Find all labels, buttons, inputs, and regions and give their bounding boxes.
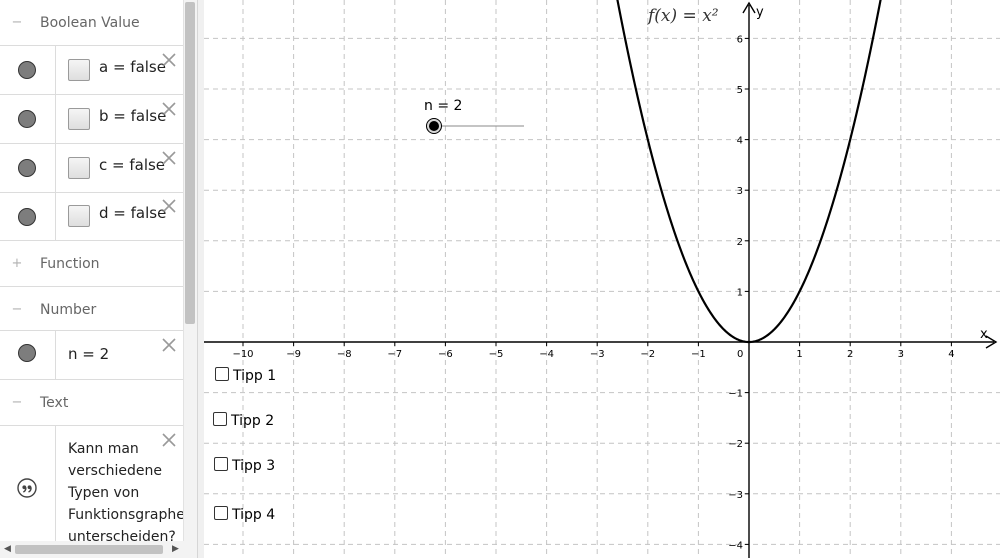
category-text[interactable]: − Text — [0, 380, 183, 426]
y-tick-label: 1 — [737, 287, 743, 298]
algebra-row-text[interactable]: Kann man verschiedene Typen von Funktion… — [0, 426, 183, 541]
origin-label: 0 — [737, 349, 743, 360]
x-tick-label: −8 — [337, 349, 352, 360]
category-label: Boolean Value — [40, 15, 140, 31]
grid — [204, 0, 1000, 558]
quote-icon — [17, 478, 37, 498]
y-tick-label: 4 — [737, 136, 743, 147]
axes: x y 0 — [204, 1, 998, 558]
scroll-left-arrow-icon[interactable]: ◀ — [4, 545, 11, 554]
x-tick-label: −7 — [387, 349, 402, 360]
close-icon[interactable] — [161, 198, 177, 214]
tipp-checkbox-4[interactable]: Tipp 4 — [214, 506, 275, 523]
y-tick-label: −3 — [728, 490, 743, 501]
y-axis-label: y — [756, 5, 764, 20]
category-label: Text — [40, 395, 69, 411]
tipp-label: Tipp 2 — [231, 413, 275, 429]
algebra-row-n[interactable]: n = 2 — [0, 331, 183, 380]
boolean-definition[interactable]: a = false — [99, 58, 166, 76]
x-tick-label: 4 — [948, 349, 954, 360]
x-tick-label: 2 — [847, 349, 853, 360]
boolean-checkbox[interactable] — [68, 205, 90, 227]
y-tick-label: 3 — [737, 186, 743, 197]
category-boolean-value[interactable]: − Boolean Value — [0, 0, 183, 46]
x-tick-label: 3 — [898, 349, 904, 360]
y-tick-label: −4 — [728, 540, 743, 551]
tipp-checkbox-1[interactable]: Tipp 1 — [215, 367, 276, 384]
y-tick-label: 2 — [737, 237, 743, 248]
y-tick-label: −2 — [728, 439, 743, 450]
close-icon[interactable] — [161, 150, 177, 166]
tipp-checkbox-2[interactable]: Tipp 2 — [213, 412, 274, 429]
visibility-marble[interactable] — [18, 159, 36, 177]
checkbox-icon[interactable] — [215, 367, 229, 381]
x-tick-label: 1 — [796, 349, 802, 360]
algebra-view: − Boolean Value a = false b = false c = … — [0, 0, 183, 541]
x-tick-label: −10 — [232, 349, 253, 360]
x-tick-label: −2 — [640, 349, 655, 360]
close-icon[interactable] — [161, 101, 177, 117]
text-definition[interactable]: Kann man verschiedene Typen von Funktion… — [68, 438, 183, 541]
checkbox-icon[interactable] — [213, 412, 227, 426]
tipp-label: Tipp 1 — [233, 368, 277, 384]
collapse-icon[interactable]: − — [11, 396, 23, 409]
expand-icon[interactable]: + — [11, 257, 23, 270]
tipp-label: Tipp 4 — [232, 507, 276, 523]
checkbox-icon[interactable] — [214, 506, 228, 520]
slider-label: n = 2 — [424, 98, 463, 114]
algebra-row-d[interactable]: d = false — [0, 193, 183, 241]
x-tick-label: −5 — [489, 349, 504, 360]
visibility-marble[interactable] — [18, 61, 36, 79]
y-tick-label: 5 — [737, 85, 743, 96]
tipp-label: Tipp 3 — [232, 458, 276, 474]
y-tick-label: 6 — [737, 34, 743, 45]
collapse-icon[interactable]: − — [11, 16, 23, 29]
vertical-scrollbar-thumb[interactable] — [185, 2, 195, 324]
graphics-view[interactable]: x y 0 −10 −9 −8 −7 −6 −5 −4 −3 −2 −1 1 2 3 4 6 5 4 3 2 1 −1 −… — [204, 0, 1000, 558]
view-splitter[interactable] — [197, 0, 204, 558]
collapse-icon[interactable]: − — [11, 303, 23, 316]
boolean-definition[interactable]: d = false — [99, 204, 166, 222]
boolean-checkbox[interactable] — [68, 108, 90, 130]
boolean-definition[interactable]: c = false — [99, 156, 165, 174]
boolean-checkbox[interactable] — [68, 59, 90, 81]
x-tick-label: −3 — [590, 349, 605, 360]
visibility-marble[interactable] — [18, 344, 36, 362]
checkbox-icon[interactable] — [214, 457, 228, 471]
y-tick-label: −1 — [728, 389, 743, 400]
visibility-marble[interactable] — [18, 208, 36, 226]
close-icon[interactable] — [161, 337, 177, 353]
close-icon[interactable] — [161, 52, 177, 68]
category-label: Function — [40, 256, 100, 272]
visibility-marble[interactable] — [18, 110, 36, 128]
category-number[interactable]: − Number — [0, 287, 183, 331]
number-definition[interactable]: n = 2 — [68, 345, 109, 363]
scroll-right-arrow-icon[interactable]: ▶ — [172, 545, 179, 554]
close-icon[interactable] — [161, 432, 177, 448]
category-function[interactable]: + Function — [0, 241, 183, 287]
algebra-row-a[interactable]: a = false — [0, 46, 183, 95]
x-tick-label: −6 — [438, 349, 453, 360]
x-tick-label: −1 — [691, 349, 706, 360]
algebra-row-b[interactable]: b = false — [0, 95, 183, 144]
horizontal-scrollbar-thumb[interactable] — [15, 545, 163, 554]
category-label: Number — [40, 302, 97, 318]
boolean-checkbox[interactable] — [68, 157, 90, 179]
algebra-row-c[interactable]: c = false — [0, 144, 183, 193]
boolean-definition[interactable]: b = false — [99, 107, 166, 125]
x-axis-label: x — [980, 327, 988, 342]
function-label: f(x) = x² — [648, 6, 719, 26]
x-tick-label: −4 — [539, 349, 554, 360]
tipp-checkbox-3[interactable]: Tipp 3 — [214, 457, 275, 474]
x-tick-label: −9 — [286, 349, 301, 360]
